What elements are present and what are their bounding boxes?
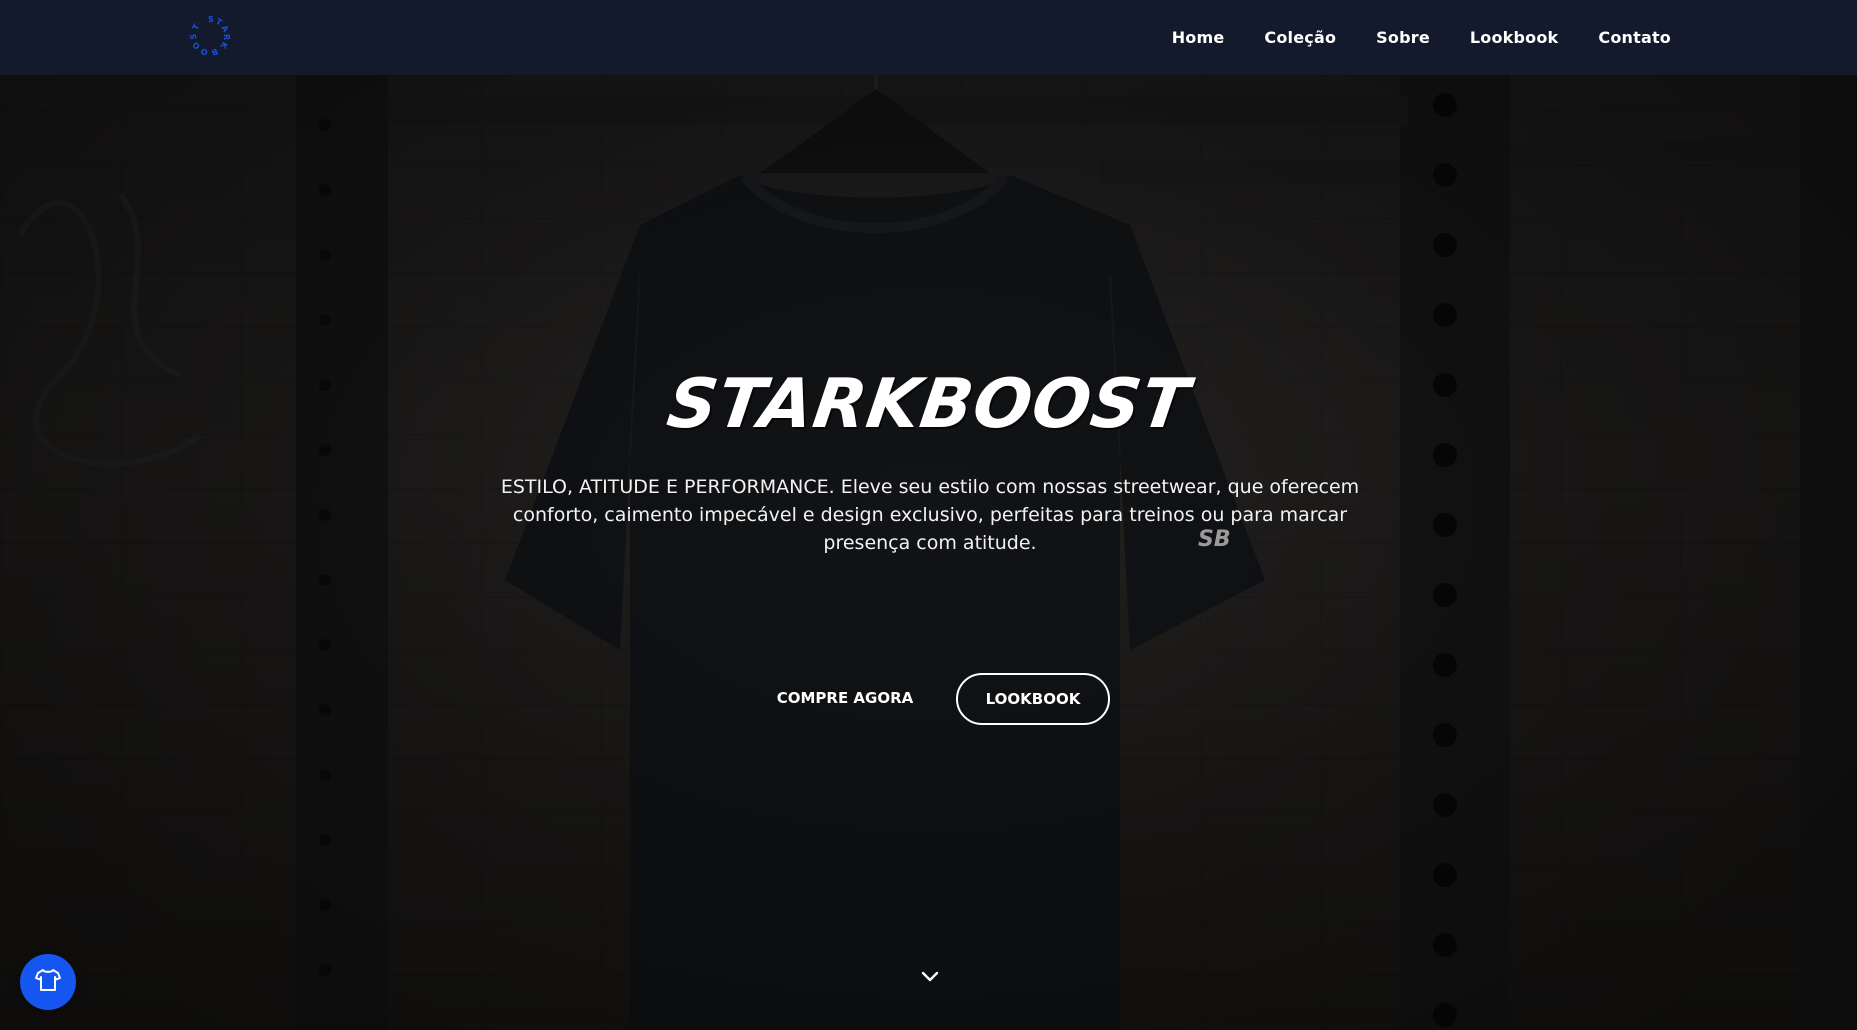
buy-now-button[interactable]: COMPRE AGORA xyxy=(770,673,920,723)
svg-text:O: O xyxy=(200,46,209,57)
svg-text:A: A xyxy=(219,24,230,35)
chevron-down-icon[interactable] xyxy=(918,965,942,989)
nav-contato[interactable]: Contato xyxy=(1598,28,1671,47)
nav-colecao[interactable]: Coleção xyxy=(1264,28,1336,47)
lookbook-button[interactable]: LOOKBOOK xyxy=(956,673,1110,725)
svg-text:R: R xyxy=(222,34,231,40)
svg-text:T: T xyxy=(191,22,202,32)
t-shirt-icon xyxy=(34,966,62,999)
hero-description: ESTILO, ATITUDE E PERFORMANCE. Eleve seu… xyxy=(500,476,1360,554)
svg-text:S: S xyxy=(189,33,198,40)
svg-text:O: O xyxy=(191,40,202,51)
navbar: S T A R K B O O S T Home Coleção Sobre L… xyxy=(0,0,1857,75)
svg-text:K: K xyxy=(218,40,229,51)
main-nav: Home Coleção Sobre Lookbook Contato xyxy=(1172,0,1671,75)
nav-lookbook[interactable]: Lookbook xyxy=(1470,28,1559,47)
hero-section: STARKBOOST ESTILO, ATITUDE E PERFORMANCE… xyxy=(0,75,1857,1030)
hero-title: STARKBOOST xyxy=(662,365,1195,444)
svg-text:B: B xyxy=(210,47,219,58)
starkboost-logo-icon[interactable]: S T A R K B O O S T xyxy=(186,12,234,60)
nav-home[interactable]: Home xyxy=(1172,28,1225,47)
nav-sobre[interactable]: Sobre xyxy=(1376,28,1430,47)
shirt-mark: SB xyxy=(1198,527,1231,552)
fab-button[interactable] xyxy=(20,954,76,1010)
svg-text:S: S xyxy=(208,15,214,24)
